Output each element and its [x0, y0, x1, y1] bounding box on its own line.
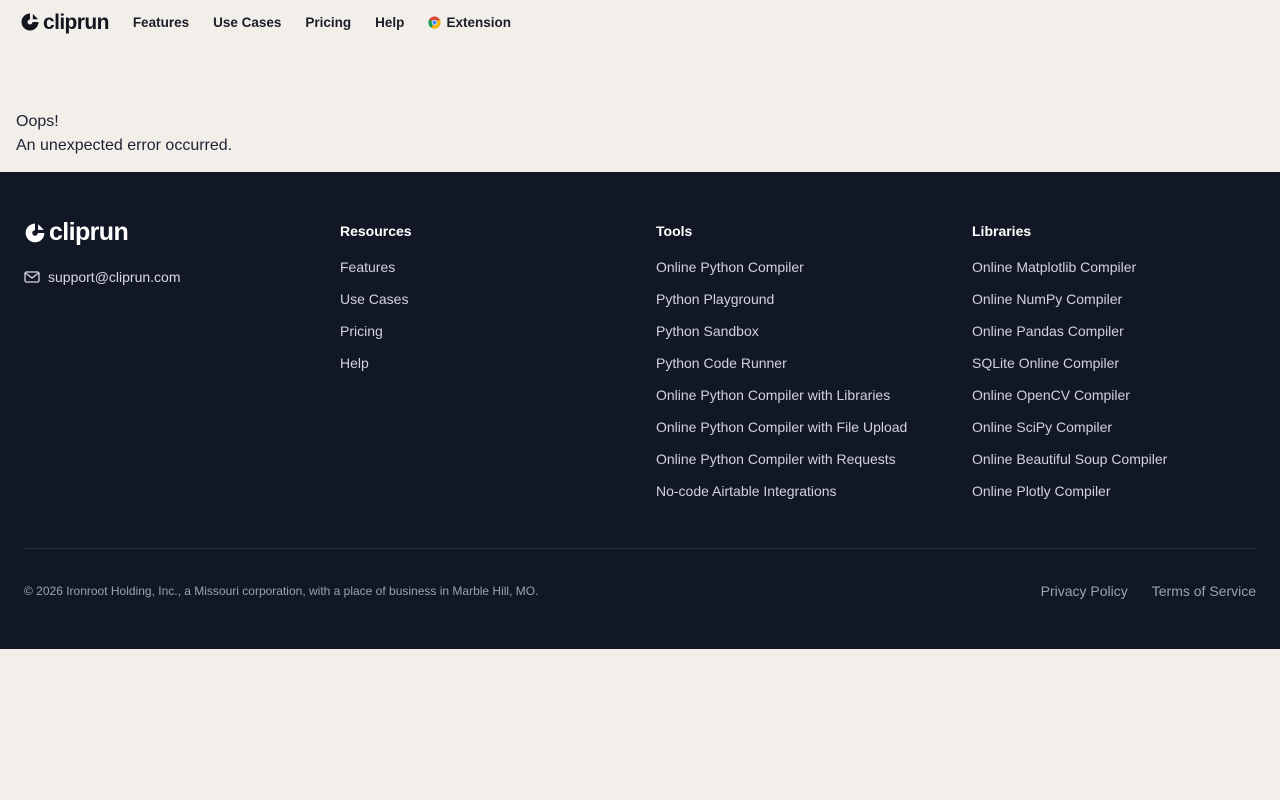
footer-link[interactable]: Python Sandbox: [656, 323, 759, 339]
nav-pricing[interactable]: Pricing: [305, 15, 351, 30]
footer-link[interactable]: Online Python Compiler with File Upload: [656, 419, 907, 435]
footer-link[interactable]: Online SciPy Compiler: [972, 419, 1112, 435]
brand-logo[interactable]: cliprun: [20, 10, 109, 34]
footer-column-resources: Resources Features Use Cases Pricing Hel…: [340, 221, 412, 385]
cliprun-logo-icon: [21, 13, 39, 31]
footer-link[interactable]: Python Code Runner: [656, 355, 787, 371]
nav-features[interactable]: Features: [133, 15, 189, 30]
column-title: Resources: [340, 223, 412, 239]
footer-brand-logo[interactable]: cliprun: [24, 218, 129, 246]
footer-link[interactable]: Online OpenCV Compiler: [972, 387, 1130, 403]
support-email-link[interactable]: support@cliprun.com: [24, 269, 181, 285]
footer-divider: [24, 548, 1256, 549]
copyright-text: © 2026 Ironroot Holding, Inc., a Missour…: [24, 584, 539, 598]
footer-link[interactable]: Online Beautiful Soup Compiler: [972, 451, 1167, 467]
footer-link-pricing[interactable]: Pricing: [340, 323, 383, 339]
column-title: Tools: [656, 223, 693, 239]
support-email: support@cliprun.com: [48, 269, 181, 285]
link-list: Online Python Compiler Python Playground…: [656, 257, 907, 513]
footer-link-help[interactable]: Help: [340, 355, 369, 371]
error-description: An unexpected error occurred.: [16, 137, 233, 154]
link-list: Online Matplotlib Compiler Online NumPy …: [972, 257, 1167, 513]
footer-link[interactable]: Online Matplotlib Compiler: [972, 259, 1136, 275]
brand-name: cliprun: [43, 10, 109, 34]
error-title: Oops!: [16, 113, 59, 130]
privacy-policy-link[interactable]: Privacy Policy: [1041, 582, 1128, 600]
footer-link[interactable]: Online Python Compiler: [656, 259, 804, 275]
footer-link[interactable]: Python Playground: [656, 291, 774, 307]
footer-column-tools: Tools Online Python Compiler Python Play…: [656, 221, 907, 513]
footer-link[interactable]: Online Pandas Compiler: [972, 323, 1124, 339]
cliprun-logo-icon: [25, 223, 45, 242]
footer-link[interactable]: Online Plotly Compiler: [972, 483, 1111, 499]
footer-link[interactable]: No-code Airtable Integrations: [656, 483, 837, 499]
chrome-icon: [428, 15, 441, 29]
footer-link[interactable]: Online NumPy Compiler: [972, 291, 1122, 307]
footer-brand-name: cliprun: [49, 218, 129, 246]
nav-extension[interactable]: Extension: [428, 15, 511, 30]
error-message: Oops! An unexpected error occurred.: [16, 110, 232, 158]
footer-link-features[interactable]: Features: [340, 259, 395, 275]
mail-icon: [24, 271, 40, 283]
nav-use-cases[interactable]: Use Cases: [213, 15, 281, 30]
main-nav: Features Use Cases Pricing Help Extensio…: [133, 15, 535, 30]
link-list: Features Use Cases Pricing Help: [340, 257, 412, 385]
column-title: Libraries: [972, 223, 1032, 239]
footer-link-use-cases[interactable]: Use Cases: [340, 291, 408, 307]
footer-column-libraries: Libraries Online Matplotlib Compiler Onl…: [972, 221, 1167, 513]
footer-link[interactable]: SQLite Online Compiler: [972, 355, 1119, 371]
nav-extension-label: Extension: [446, 14, 511, 30]
legal-links: Privacy Policy Terms of Service: [1017, 582, 1256, 600]
footer-link[interactable]: Online Python Compiler with Libraries: [656, 387, 890, 403]
top-header: cliprun Features Use Cases Pricing Help …: [0, 0, 1280, 44]
nav-help[interactable]: Help: [375, 15, 404, 30]
site-footer: cliprun support@cliprun.com Resources Fe…: [0, 172, 1280, 649]
footer-link[interactable]: Online Python Compiler with Requests: [656, 451, 896, 467]
terms-of-service-link[interactable]: Terms of Service: [1152, 582, 1256, 600]
